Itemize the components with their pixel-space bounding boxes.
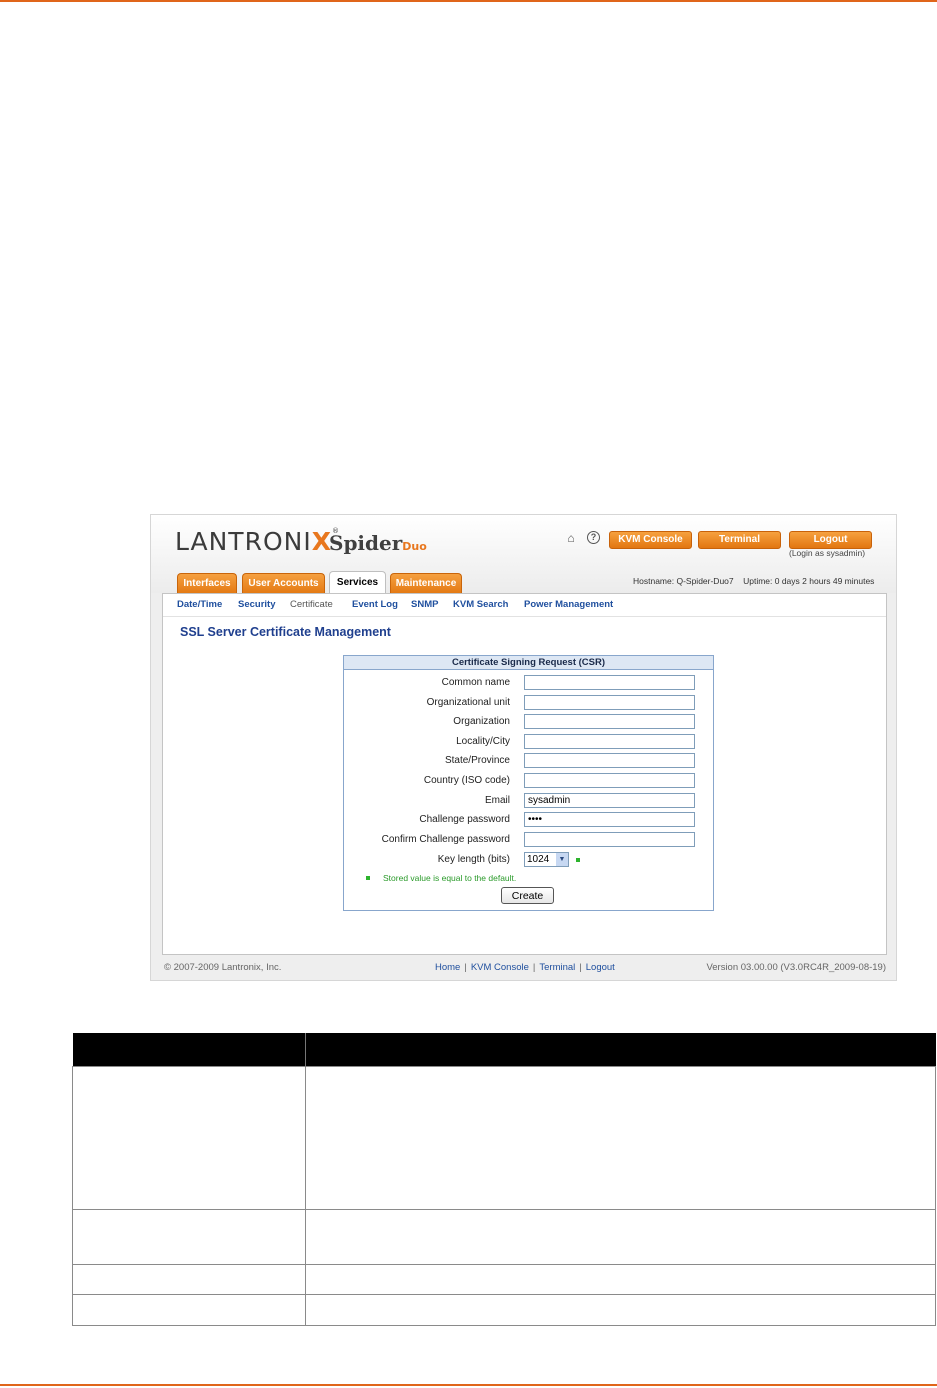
organizational-unit-field[interactable] (524, 695, 695, 710)
create-button[interactable]: Create (501, 887, 554, 904)
logout-button[interactable]: Logout (789, 531, 872, 549)
help-icon[interactable]: ? (587, 531, 600, 544)
spider-web-ui-screenshot: LANTRONIX® SpiderDuo ⌂ ? KVM Console Ter… (150, 514, 897, 981)
country-label: Country (ISO code) (423, 775, 510, 786)
app-header: LANTRONIX® SpiderDuo ⌂ ? KVM Console Ter… (151, 515, 896, 593)
table-cell (304, 1264, 937, 1295)
confirm-challenge-password-label: Confirm Challenge password (381, 834, 510, 845)
organization-field[interactable] (524, 714, 695, 729)
csr-form-title: Certificate Signing Request (CSR) (344, 656, 713, 670)
table-row (72, 1209, 937, 1265)
spider-duo-logo: SpiderDuo (329, 531, 427, 555)
table-cell (304, 1209, 937, 1265)
subnav-snmp[interactable]: SNMP (411, 599, 438, 610)
copyright-text: © 2007-2009 Lantronix, Inc. (164, 962, 282, 973)
country-field[interactable] (524, 773, 695, 788)
kvm-console-button[interactable]: KVM Console (609, 531, 692, 549)
home-icon[interactable]: ⌂ (564, 531, 578, 545)
chevron-down-icon[interactable]: ▼ (556, 853, 568, 866)
top-rule (0, 0, 937, 2)
table-cell (72, 1066, 306, 1210)
email-label: Email (484, 795, 510, 806)
state-province-field[interactable] (524, 753, 695, 768)
host-info: Hostname: Q-Spider-Duo7 Uptime: 0 days 2… (633, 576, 874, 586)
uptime-text: Uptime: 0 days 2 hours 49 minutes (743, 576, 875, 586)
footer-links: Home | KVM Console | Terminal | Logout (435, 962, 615, 973)
lantronix-logo: LANTRONIX® (175, 527, 340, 556)
parameter-table (72, 1033, 937, 1326)
subnav-kvm-search[interactable]: KVM Search (453, 599, 508, 610)
subnav-event-log[interactable]: Event Log (352, 599, 398, 610)
common-name-label: Common name (441, 677, 510, 688)
subnav-date-time[interactable]: Date/Time (177, 599, 222, 610)
table-row (72, 1066, 937, 1210)
subnav-security[interactable]: Security (238, 599, 276, 610)
key-length-select[interactable]: 1024 ▼ (524, 852, 569, 867)
default-indicator-icon (576, 858, 580, 862)
organizational-unit-label: Organizational unit (426, 697, 510, 708)
csr-form: Certificate Signing Request (CSR) Common… (343, 655, 714, 911)
bottom-rule (0, 1384, 937, 1386)
table-header-row (72, 1033, 936, 1067)
page-title: SSL Server Certificate Management (180, 625, 391, 639)
footer-link-terminal[interactable]: Terminal (539, 962, 575, 973)
challenge-password-field[interactable]: •••• (524, 812, 695, 827)
locality-city-field[interactable] (524, 734, 695, 749)
locality-city-label: Locality/City (456, 736, 510, 747)
common-name-field[interactable] (524, 675, 695, 690)
subnav-certificate[interactable]: Certificate (290, 599, 333, 610)
state-province-label: State/Province (444, 755, 510, 766)
footer-link-kvm-console[interactable]: KVM Console (471, 962, 529, 973)
email-field[interactable]: sysadmin (524, 793, 695, 808)
tab-services[interactable]: Services (329, 571, 386, 593)
hostname-text: Hostname: Q-Spider-Duo7 (633, 576, 734, 586)
table-cell (72, 1294, 306, 1326)
confirm-challenge-password-field[interactable] (524, 832, 695, 847)
table-row (72, 1264, 937, 1295)
login-status: (Login as sysadmin) (789, 548, 866, 558)
footer-link-home[interactable]: Home (435, 962, 460, 973)
tab-maintenance[interactable]: Maintenance (390, 573, 462, 593)
table-cell (304, 1294, 937, 1326)
table-row (72, 1294, 937, 1326)
legend-default-icon (366, 876, 370, 880)
content-panel: Date/Time Security Certificate Event Log… (162, 593, 887, 955)
table-cell (72, 1264, 306, 1295)
table-cell (304, 1066, 937, 1210)
version-text: Version 03.00.00 (V3.0RC4R_2009-08-19) (706, 962, 886, 973)
table-header-cell (305, 1033, 936, 1067)
services-subnav: Date/Time Security Certificate Event Log… (163, 594, 886, 617)
footer-link-logout[interactable]: Logout (586, 962, 615, 973)
table-cell (72, 1209, 306, 1265)
challenge-password-label: Challenge password (419, 814, 510, 825)
subnav-power-management[interactable]: Power Management (524, 599, 613, 610)
stored-value-note: Stored value is equal to the default. (383, 873, 517, 883)
tab-user-accounts[interactable]: User Accounts (242, 573, 325, 593)
key-length-label: Key length (bits) (437, 854, 510, 865)
organization-label: Organization (453, 716, 510, 727)
terminal-button[interactable]: Terminal (698, 531, 781, 549)
key-length-value: 1024 (527, 854, 550, 865)
tab-interfaces[interactable]: Interfaces (177, 573, 237, 593)
table-header-cell (72, 1033, 306, 1067)
